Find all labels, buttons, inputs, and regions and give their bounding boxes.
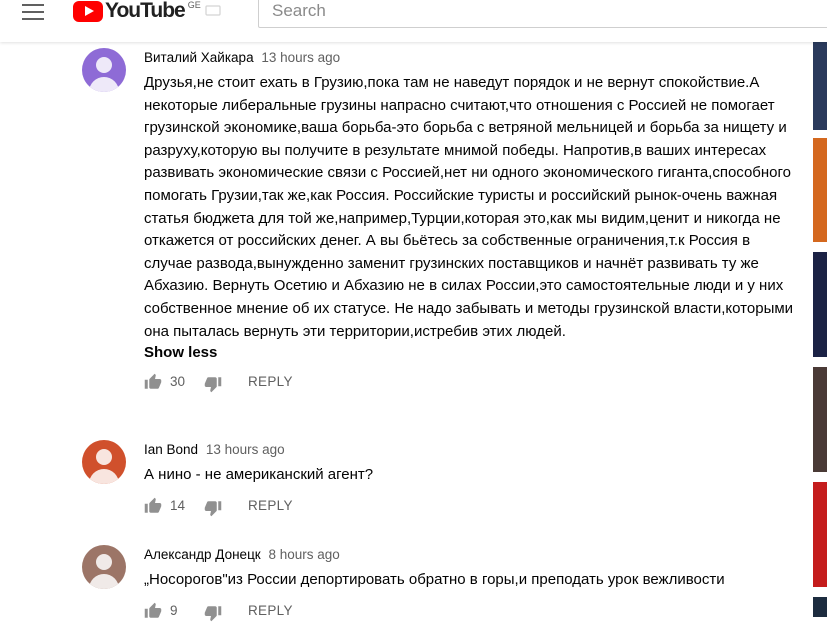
- like-count: 30: [170, 374, 186, 390]
- comment-text: „Носорогов"из России депортировать обрат…: [144, 571, 725, 588]
- avatar[interactable]: [82, 440, 126, 484]
- country-code: GE: [187, 0, 201, 10]
- comment-header: Ian Bond 13 hours ago: [144, 441, 796, 459]
- thumbs-down-icon[interactable]: [204, 499, 222, 517]
- avatar[interactable]: [82, 48, 126, 92]
- reply-button[interactable]: REPLY: [248, 374, 293, 390]
- video-thumbnail[interactable]: [813, 42, 827, 130]
- comment-actions: 30 REPLY: [144, 373, 796, 397]
- comment-timestamp[interactable]: 13 hours ago: [206, 442, 285, 457]
- avatar[interactable]: [82, 545, 126, 589]
- comment-actions: 9 REPLY: [144, 602, 796, 626]
- comment-timestamp[interactable]: 13 hours ago: [261, 50, 340, 65]
- comment-timestamp[interactable]: 8 hours ago: [268, 547, 339, 562]
- search-input[interactable]: [259, 0, 827, 27]
- menu-icon[interactable]: [22, 4, 44, 20]
- comment-author[interactable]: Александр Донецк: [144, 547, 261, 562]
- reply-button[interactable]: REPLY: [248, 498, 293, 514]
- video-thumbnail[interactable]: [813, 482, 827, 587]
- youtube-logo[interactable]: YouTube GE: [73, 0, 201, 24]
- video-thumbnail[interactable]: [813, 252, 827, 357]
- related-videos-strip: [813, 42, 827, 617]
- thumbs-down-icon[interactable]: [204, 604, 222, 622]
- show-less-button[interactable]: Show less: [144, 343, 796, 363]
- comment-author[interactable]: Ian Bond: [144, 442, 198, 457]
- logo-text: YouTube: [105, 0, 186, 22]
- thumbs-up-icon[interactable]: [144, 373, 162, 391]
- youtube-play-icon: [73, 1, 103, 22]
- video-thumbnail[interactable]: [813, 597, 827, 617]
- video-thumbnail[interactable]: [813, 138, 827, 242]
- comment-text: А нино - не американский агент?: [144, 466, 374, 483]
- video-thumbnail[interactable]: [813, 367, 827, 472]
- reply-button[interactable]: REPLY: [248, 603, 293, 619]
- comment-actions: 14 REPLY: [144, 497, 796, 521]
- thumbs-up-icon[interactable]: [144, 497, 162, 515]
- like-count: 9: [170, 602, 178, 618]
- comment-header: Александр Донецк 8 hours ago: [144, 546, 796, 564]
- thumbs-down-icon[interactable]: [204, 375, 222, 393]
- comment-header: Виталий Хайкара 13 hours ago: [144, 49, 796, 67]
- masthead: YouTube GE: [0, 0, 827, 42]
- comment-text: Друзья,не стоит ехать в Грузию,пока там …: [144, 74, 794, 340]
- like-count: 14: [170, 497, 186, 513]
- comment-author[interactable]: Виталий Хайкара: [144, 50, 254, 65]
- keyboard-icon: [205, 5, 221, 16]
- search-box[interactable]: [258, 0, 827, 28]
